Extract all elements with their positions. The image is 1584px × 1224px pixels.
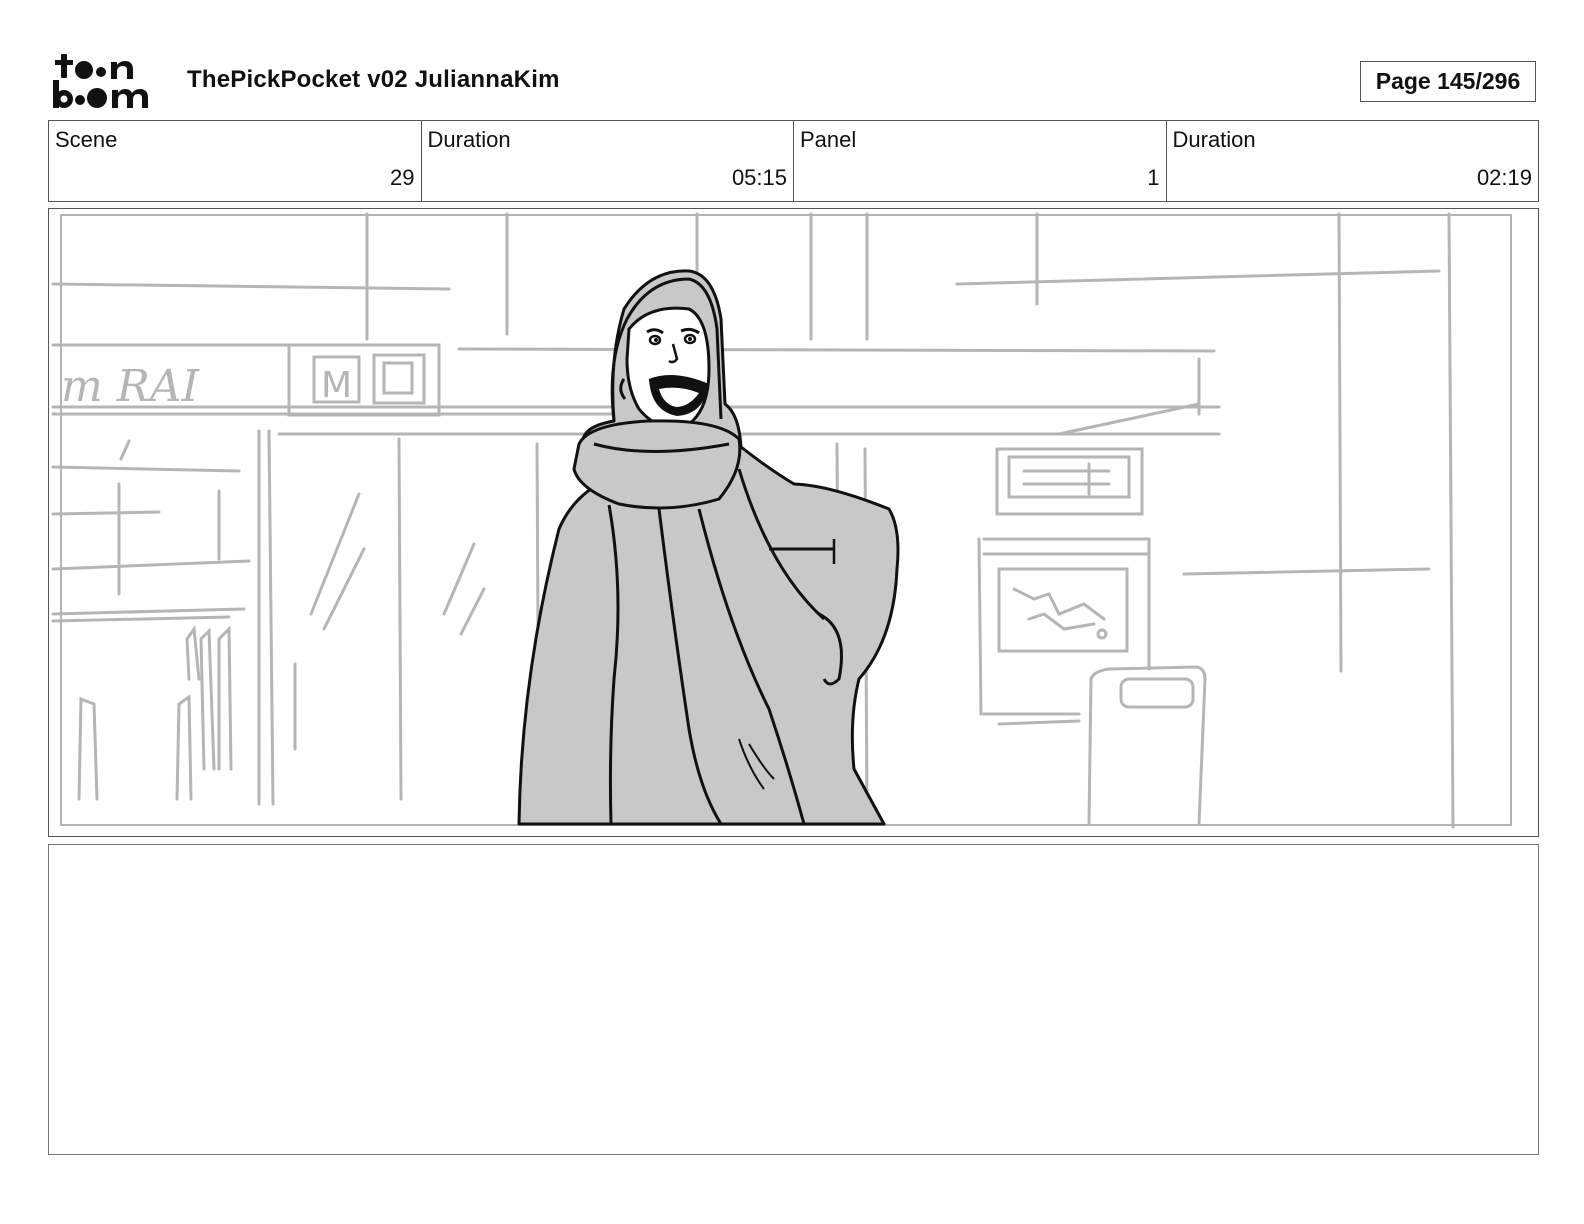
panel-notes-box <box>48 844 1539 1155</box>
panel-duration-cell: Duration 02:19 <box>1167 121 1539 201</box>
document-title: ThePickPocket v02 JuliannaKim <box>187 66 560 93</box>
scene-value: 29 <box>390 165 415 190</box>
scene-cell: Scene 29 <box>49 121 422 201</box>
panel-value: 1 <box>1147 165 1160 190</box>
scene-label: Scene <box>55 127 118 152</box>
panel-label: Panel <box>800 127 857 152</box>
station-sign-text: m RAI <box>61 361 201 412</box>
scene-duration-value: 05:15 <box>731 165 787 190</box>
panel-duration-label: Duration <box>1172 127 1256 152</box>
toon-boom-logo <box>53 54 148 108</box>
station-sign-letter: M <box>321 365 352 406</box>
panel-sketch: m RAI M <box>51 212 1512 829</box>
character-figure <box>517 269 900 826</box>
page-label: Page 145/296 <box>1375 68 1521 94</box>
storyboard-panel: m RAI M <box>48 208 1539 837</box>
panel-info-table: Scene 29 Duration 05:15 Panel 1 Duration… <box>48 120 1539 202</box>
scene-duration-label: Duration <box>427 127 511 152</box>
panel-cell: Panel 1 <box>794 121 1167 201</box>
scene-duration-cell: Duration 05:15 <box>422 121 794 201</box>
page-indicator: Page 145/296 <box>1360 61 1536 102</box>
panel-duration-value: 02:19 <box>1476 165 1532 190</box>
